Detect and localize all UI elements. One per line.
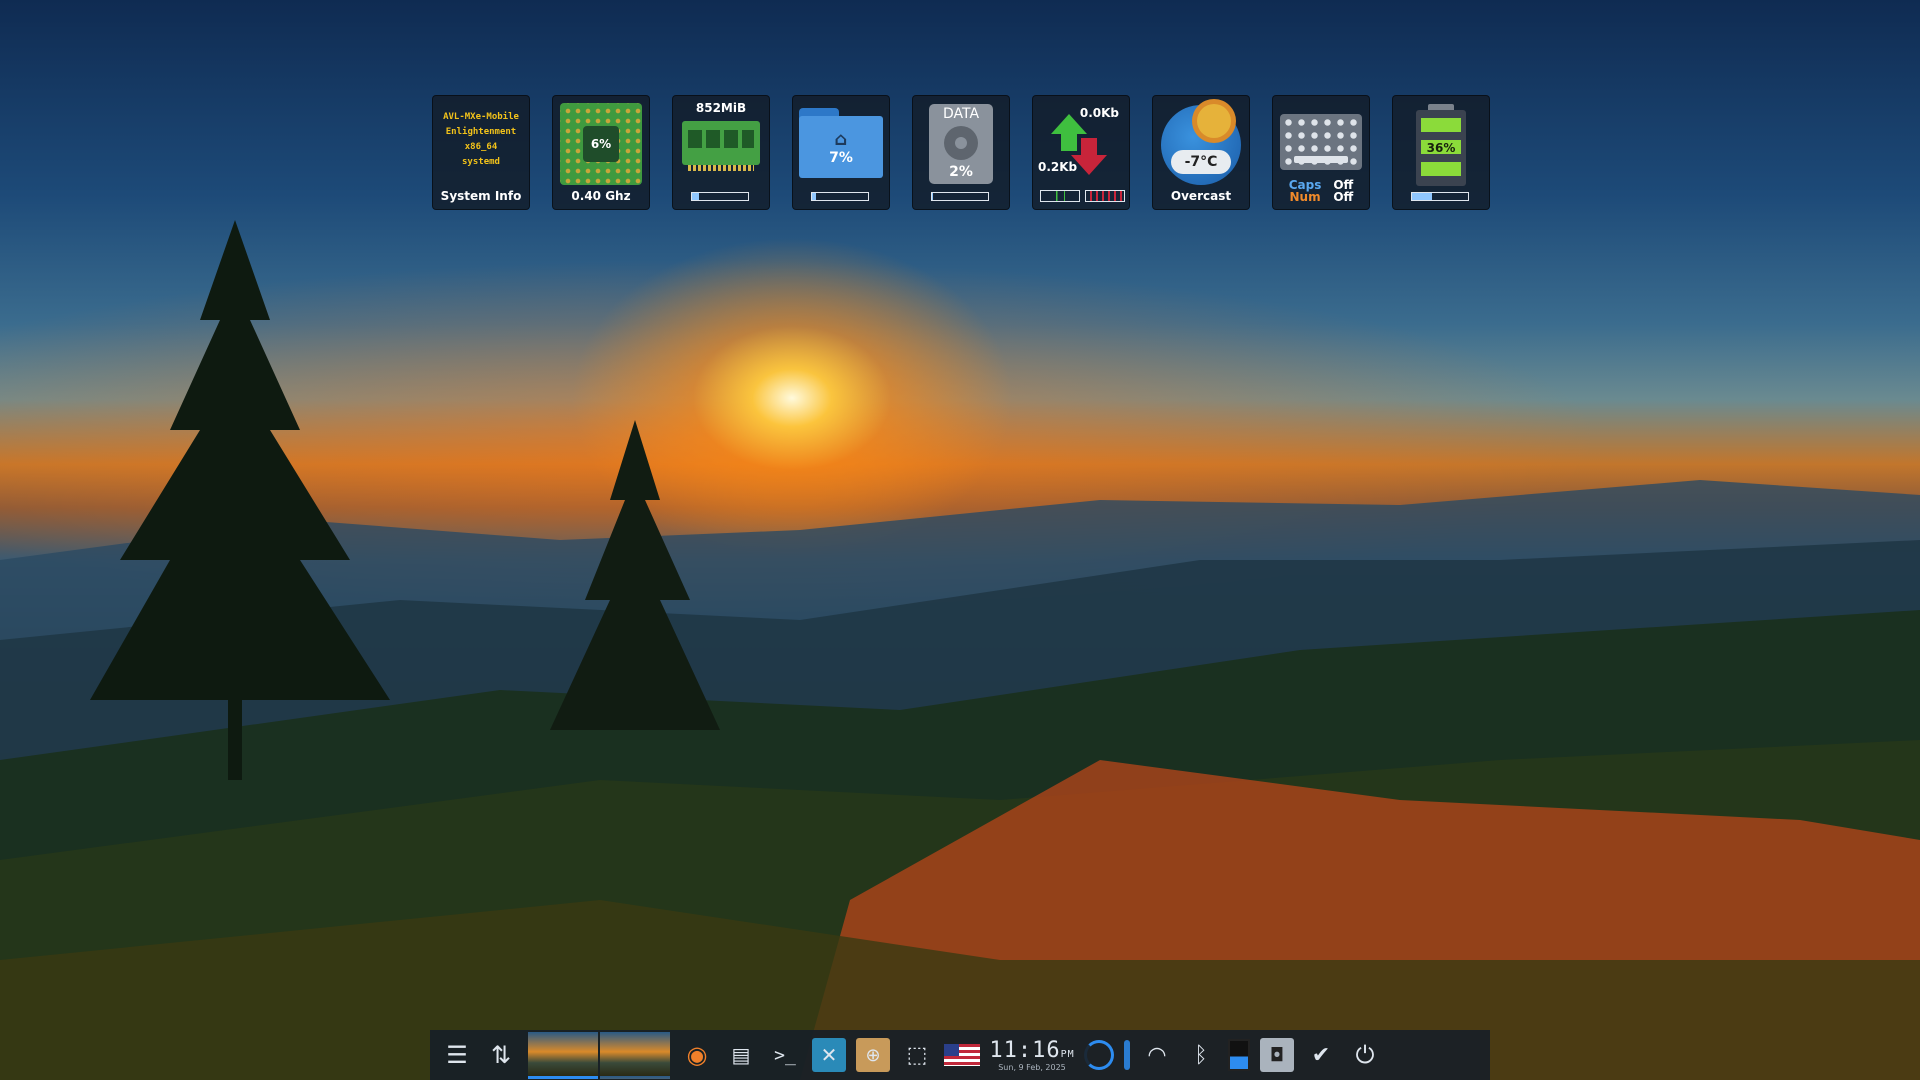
keyboard-lock-gadget[interactable]: Caps Num Off Off [1272,95,1370,210]
clock-date: Sun, 9 Feb, 2025 [998,1063,1066,1072]
weather-temperature: -7°C [1171,138,1231,174]
clock-time: 11:16 [989,1038,1061,1063]
home-folder-icon: ⌂ 7% [799,108,883,178]
cpu-gadget[interactable]: 6% 0.40 Ghz [552,95,650,210]
settings-icon[interactable]: ⇅ [484,1038,518,1072]
package-installer-icon[interactable]: ⊕ [856,1038,890,1072]
disk-icon[interactable]: ◘ [1260,1038,1294,1072]
network-gadget[interactable]: 0.0Kb 0.2Kb [1032,95,1130,210]
terminal-icon[interactable]: >_ [768,1038,802,1072]
cpu-usage: 6% [583,126,619,162]
num-lock-label: Num [1289,190,1321,204]
cpu-chip-icon: 6% [560,103,642,185]
home-icon: ⌂ [834,128,848,150]
thermometer-icon[interactable] [1124,1040,1130,1070]
menu-icon[interactable]: ☰ [440,1038,474,1072]
sun-icon [1197,104,1231,138]
tools-icon[interactable]: ✕ [812,1038,846,1072]
disk-usage-bar [931,192,989,201]
battery-icon: 36% [1416,104,1466,186]
updates-icon[interactable]: ✔ [1304,1038,1338,1072]
volume-icon[interactable] [1084,1040,1114,1070]
system-info-text: AVL-MXe-Mobile Enlightenment x86_64 syst… [443,110,519,170]
hostname: AVL-MXe-Mobile [443,112,519,122]
disk-title: DATA [942,106,980,122]
battery-icon[interactable] [1228,1039,1250,1071]
network-graphs [1040,190,1125,202]
system-info-label: System Info [440,189,522,203]
hard-disk-icon: DATA 2% [929,104,993,184]
memory-used: 852MiB [695,101,747,115]
battery-level: 36% [1426,141,1456,155]
file-manager-icon[interactable]: ▤ [724,1038,758,1072]
lock-states: Caps Num Off Off [1273,179,1369,203]
memory-gadget[interactable]: 852MiB [672,95,770,210]
weather-gadget[interactable]: -7°C Overcast [1152,95,1250,210]
architecture: x86_64 [464,142,498,152]
desktop-1-thumbnail[interactable] [528,1031,598,1079]
upload-arrow-icon [1051,114,1087,134]
screenshot-icon[interactable]: ⬚ [900,1038,934,1072]
bottom-shelf: ☰ ⇅ ◉ ▤ >_ ✕ ⊕ ⬚ 11:16PM Sun, 9 Feb, 202… [430,1030,1490,1080]
us-flag-icon[interactable] [944,1044,980,1066]
desktop-wallpaper: AVL-MXe-Mobile Enlightenment x86_64 syst… [0,0,1920,1080]
battery-bar [1411,192,1469,201]
init-system: systemd [462,157,500,167]
system-info-gadget[interactable]: AVL-MXe-Mobile Enlightenment x86_64 syst… [432,95,530,210]
bluetooth-icon[interactable]: ᛒ [1184,1038,1218,1072]
keyboard-icon [1280,114,1362,170]
battery-gadget[interactable]: 36% [1392,95,1490,210]
clock[interactable]: 11:16PM Sun, 9 Feb, 2025 [989,1038,1075,1072]
desktop-pager [528,1031,670,1079]
num-lock-state: Off [1333,190,1354,204]
memory-bar [691,192,749,201]
disk-usage: 2% [949,164,973,180]
ram-icon [682,121,760,171]
desktop-2-thumbnail[interactable] [600,1031,670,1079]
firefox-icon[interactable]: ◉ [680,1038,714,1072]
desktop-gadgets: AVL-MXe-Mobile Enlightenment x86_64 syst… [432,95,1490,210]
data-disk-gadget[interactable]: DATA 2% [912,95,1010,210]
weather-condition: Overcast [1170,189,1232,203]
desktop-environment: Enlightenment [445,127,517,137]
wifi-icon[interactable]: ◠ [1140,1038,1174,1072]
home-usage-bar [811,192,869,201]
home-folder-gadget[interactable]: ⌂ 7% [792,95,890,210]
home-usage: 7% [829,149,853,166]
network-download-rate: 0.2Kb [1038,160,1078,174]
power-icon[interactable]: ⏻ [1348,1038,1382,1072]
clock-ampm: PM [1060,1049,1075,1060]
cpu-frequency: 0.40 Ghz [571,189,631,203]
